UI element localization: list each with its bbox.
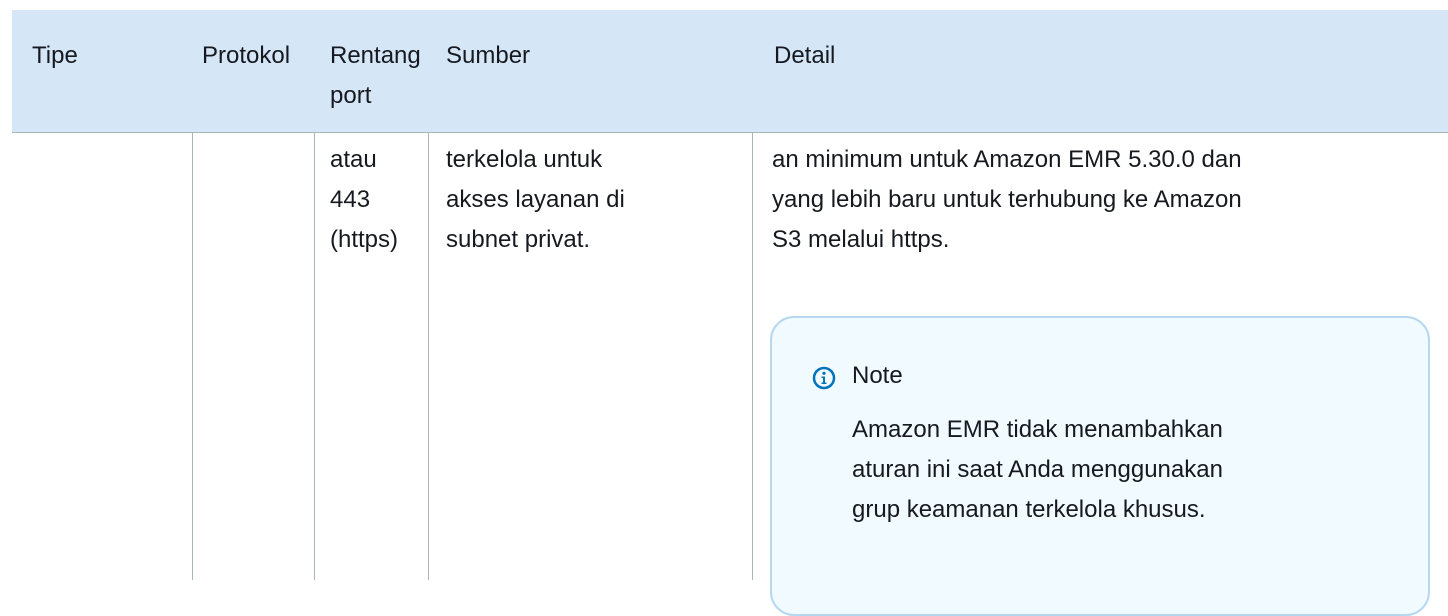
header-detail: Detail xyxy=(774,42,836,69)
table-header: Tipe Protokol Rentang port Sumber Detail xyxy=(12,10,1448,133)
column-divider xyxy=(752,132,753,580)
cell-line: atau xyxy=(330,146,377,173)
note-line: Amazon EMR tidak menambahkan xyxy=(852,416,1223,443)
column-divider xyxy=(314,132,315,580)
cell-line: subnet privat. xyxy=(446,226,591,253)
note-line: grup keamanan terkelola khusus. xyxy=(852,496,1206,523)
cell-line: akses layanan di xyxy=(446,186,625,213)
note-body: Amazon EMR tidak menambahkan aturan ini … xyxy=(852,410,1372,530)
info-icon xyxy=(812,366,836,390)
cell-line: an minimum untuk Amazon EMR 5.30.0 dan xyxy=(772,146,1242,173)
cell-line: yang lebih baru untuk terhubung ke Amazo… xyxy=(772,186,1242,213)
header-tipe: Tipe xyxy=(32,42,78,69)
header-rentang-port: Rentang port xyxy=(330,42,421,109)
security-group-rules-table: Tipe Protokol Rentang port Sumber Detail… xyxy=(0,0,1448,616)
header-sumber: Sumber xyxy=(446,42,531,69)
note-line: aturan ini saat Anda menggunakan xyxy=(852,456,1223,483)
note-callout: Note Amazon EMR tidak menambahkan aturan… xyxy=(770,316,1430,616)
cell-line: S3 melalui https. xyxy=(772,226,950,253)
cell-rentang-port: atau 443 (https) xyxy=(330,140,426,260)
cell-detail: an minimum untuk Amazon EMR 5.30.0 dan y… xyxy=(772,140,1432,260)
cell-sumber: terkelola untuk akses layanan di subnet … xyxy=(446,140,746,260)
cell-line: terkelola untuk xyxy=(446,146,603,173)
cell-line: 443 xyxy=(330,186,371,213)
header-protokol: Protokol xyxy=(202,42,291,69)
column-divider xyxy=(192,132,193,580)
note-title: Note xyxy=(852,362,903,389)
cell-line: (https) xyxy=(330,226,399,253)
column-divider xyxy=(428,132,429,580)
